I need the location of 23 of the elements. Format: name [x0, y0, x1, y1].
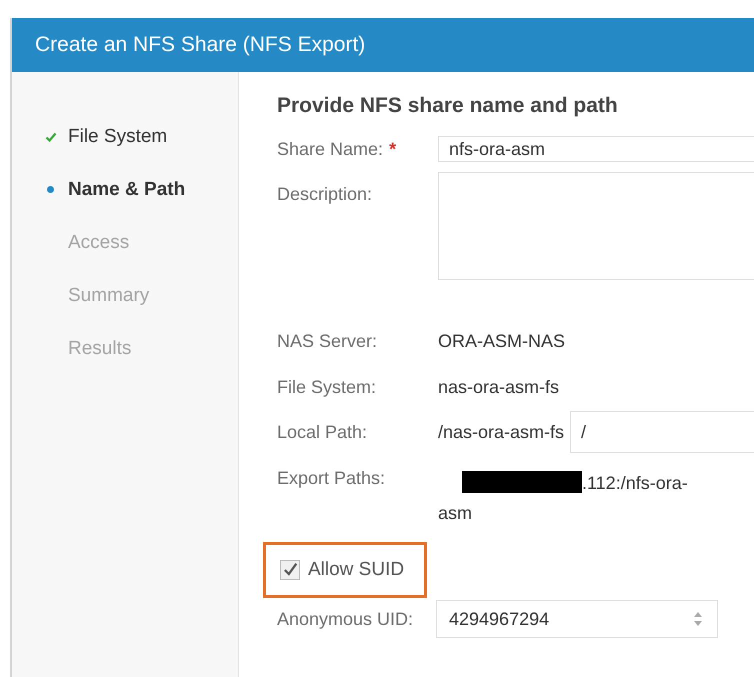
- field-label: Share Name:: [277, 138, 384, 160]
- window-title: Create an NFS Share (NFS Export): [35, 33, 366, 57]
- field-label: NAS Server:: [277, 330, 378, 352]
- field-label: Anonymous UID:: [277, 608, 414, 630]
- checkbox[interactable]: [280, 560, 300, 580]
- required-mark: *: [389, 138, 396, 160]
- anonymous-uid-field[interactable]: 4294967294: [436, 600, 718, 638]
- field-label: Export Paths:: [277, 468, 386, 489]
- wizard-step[interactable]: File System: [68, 126, 168, 148]
- field-value: nas-ora-asm-fs: [438, 376, 560, 398]
- description-field[interactable]: [438, 172, 754, 280]
- section-heading: Provide NFS share name and path: [277, 94, 619, 118]
- field-label: File System:: [277, 376, 378, 398]
- local-path-field[interactable]: /: [570, 411, 754, 453]
- field-value: ORA-ASM-NAS: [438, 330, 566, 352]
- field-label: Local Path:: [277, 422, 368, 442]
- spinner-arrows-icon[interactable]: [693, 611, 703, 627]
- wizard-step[interactable]: Name & Path: [68, 178, 186, 200]
- checkbox-label: Allow SUID: [308, 559, 404, 581]
- export-path: .112:/nfs-ora-asm: [438, 473, 688, 523]
- share-name-field[interactable]: nfs-ora-asm: [438, 136, 754, 162]
- path-prefix: /nas-ora-asm-fs: [438, 422, 564, 442]
- field-label: Description:: [277, 184, 374, 205]
